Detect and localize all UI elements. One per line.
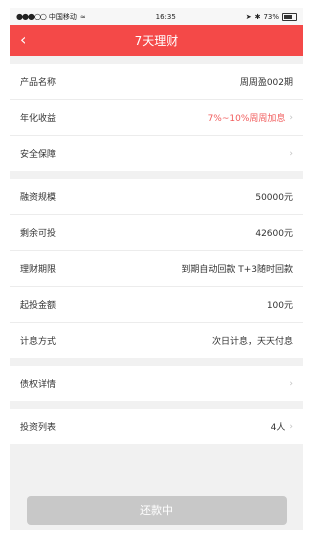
back-button[interactable]: ‹	[20, 31, 26, 49]
row-value: ›	[289, 149, 293, 159]
row-label: 产品名称	[20, 78, 57, 88]
row-financing-scale: 融资规模 50000元	[10, 179, 303, 215]
row-investment-list[interactable]: 投资列表 4人 ›	[10, 409, 303, 444]
row-label: 安全保障	[20, 150, 57, 160]
row-remaining: 剩余可投 42600元	[10, 215, 303, 251]
status-time: 16:35	[155, 12, 176, 21]
row-label: 投资列表	[20, 423, 57, 433]
battery-percent: 73%	[263, 12, 279, 21]
signal-icon: ●●●○○	[16, 12, 47, 21]
row-min-investment: 起投金额 100元	[10, 287, 303, 323]
row-annual-yield[interactable]: 年化收益 7%~10%周周加息 ›	[10, 100, 303, 136]
chevron-right-icon: ›	[289, 148, 293, 159]
repaying-button[interactable]: 还款中	[26, 495, 287, 525]
row-label: 剩余可投	[20, 229, 57, 239]
app-frame: ●●●○○ 中国移动 ≈ 16:35 ➤ ✱ 73% ‹ 7天理财 产品名称 周…	[10, 8, 303, 530]
row-value: 周周盈002期	[239, 78, 293, 88]
row-label: 融资规模	[20, 193, 57, 203]
row-product-name: 产品名称 周周盈002期	[10, 64, 303, 100]
bluetooth-icon: ✱	[254, 12, 261, 21]
row-debt-details[interactable]: 债权详情 ›	[10, 366, 303, 401]
row-value: 到期自动回款 T+3随时回款	[181, 265, 293, 275]
page-title: 7天理财	[134, 34, 179, 48]
row-value: 7%~10%周周加息 ›	[207, 112, 293, 125]
row-value: 42600元	[255, 229, 293, 239]
chevron-right-icon: ›	[289, 112, 293, 123]
row-value: ›	[289, 379, 293, 389]
wifi-icon: ≈	[79, 12, 86, 21]
top-nav-bar: ‹ 7天理财	[10, 25, 303, 56]
footer-bar: 还款中	[10, 490, 303, 530]
row-label: 起投金额	[20, 301, 57, 311]
product-info-section: 产品名称 周周盈002期 年化收益 7%~10%周周加息 › 安全保障 ›	[10, 64, 303, 171]
row-value: 4人 ›	[270, 421, 293, 434]
battery-icon	[282, 12, 297, 21]
carrier-label: 中国移动	[48, 12, 77, 21]
row-term: 理财期限 到期自动回款 T+3随时回款	[10, 251, 303, 287]
status-bar: ●●●○○ 中国移动 ≈ 16:35 ➤ ✱ 73%	[10, 8, 303, 25]
row-value: 100元	[266, 301, 293, 311]
row-interest-method: 计息方式 次日计息，天天付息	[10, 323, 303, 358]
location-icon: ➤	[245, 12, 252, 21]
financing-details-section: 融资规模 50000元 剩余可投 42600元 理财期限 到期自动回款 T+3随…	[10, 179, 303, 358]
row-label: 计息方式	[20, 337, 57, 347]
row-label: 理财期限	[20, 265, 57, 275]
row-label: 年化收益	[20, 114, 57, 124]
row-label: 债权详情	[20, 380, 57, 390]
row-security[interactable]: 安全保障 ›	[10, 136, 303, 171]
row-value: 50000元	[255, 193, 293, 203]
debt-details-section: 债权详情 ›	[10, 366, 303, 401]
investment-list-section: 投资列表 4人 ›	[10, 409, 303, 444]
row-value: 次日计息，天天付息	[211, 337, 293, 347]
chevron-right-icon: ›	[289, 378, 293, 389]
chevron-right-icon: ›	[289, 421, 293, 432]
